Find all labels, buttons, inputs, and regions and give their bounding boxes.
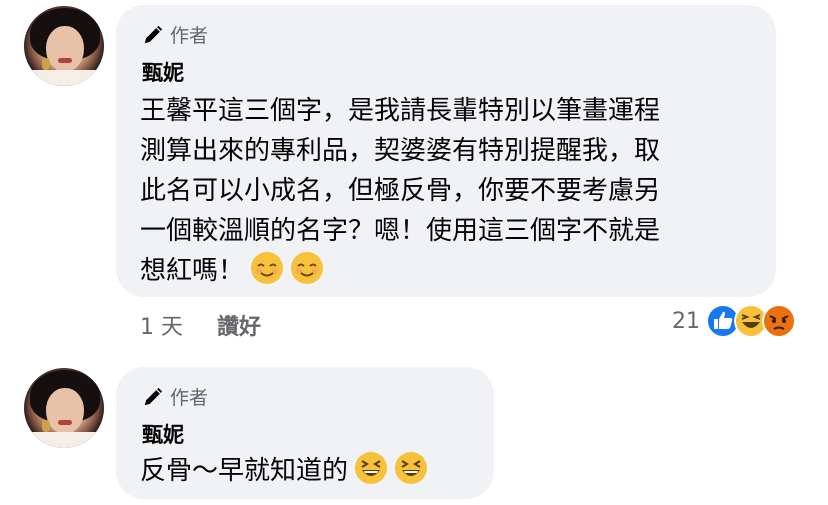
grinning-squinting-face-icon xyxy=(395,452,428,484)
author-badge: 作者 xyxy=(142,383,208,410)
comment-bubble: 作者 甄妮 反骨～早就知道的 xyxy=(116,367,494,499)
angry-reaction-icon xyxy=(762,304,796,338)
commenter-name[interactable]: 甄妮 xyxy=(142,57,184,87)
pen-icon xyxy=(144,25,163,43)
reaction-summary[interactable]: 21 xyxy=(672,304,796,338)
smiling-face-icon xyxy=(251,252,284,284)
like-button[interactable]: 讚好 xyxy=(217,309,261,341)
comment-text-body: 反骨～早就知道的 xyxy=(140,456,349,486)
reaction-count: 21 xyxy=(672,308,700,334)
pen-icon xyxy=(144,387,163,405)
author-badge-label: 作者 xyxy=(170,387,209,409)
commenter-name[interactable]: 甄妮 xyxy=(142,419,184,449)
comment-timestamp[interactable]: 1 天 xyxy=(140,309,183,341)
smiling-face-icon xyxy=(291,252,324,284)
comment-actions: 1 天 讚好 xyxy=(140,309,261,341)
author-badge-label: 作者 xyxy=(170,25,209,47)
avatar[interactable] xyxy=(24,368,104,448)
grinning-squinting-face-icon xyxy=(355,452,388,484)
comment-bubble: 作者 甄妮 王馨平這三個字，是我請長輩特別以筆畫運程 測算出來的專利品，契婆婆有… xyxy=(116,5,776,297)
comment-text: 反骨～早就知道的 xyxy=(140,451,490,491)
author-badge: 作者 xyxy=(142,21,208,48)
avatar[interactable] xyxy=(24,6,104,86)
comment-text: 王馨平這三個字，是我請長輩特別以筆畫運程 測算出來的專利品，契婆婆有特別提醒我，… xyxy=(140,91,760,291)
comment-text-body: 王馨平這三個字，是我請長輩特別以筆畫運程 測算出來的專利品，契婆婆有特別提醒我，… xyxy=(140,96,661,286)
